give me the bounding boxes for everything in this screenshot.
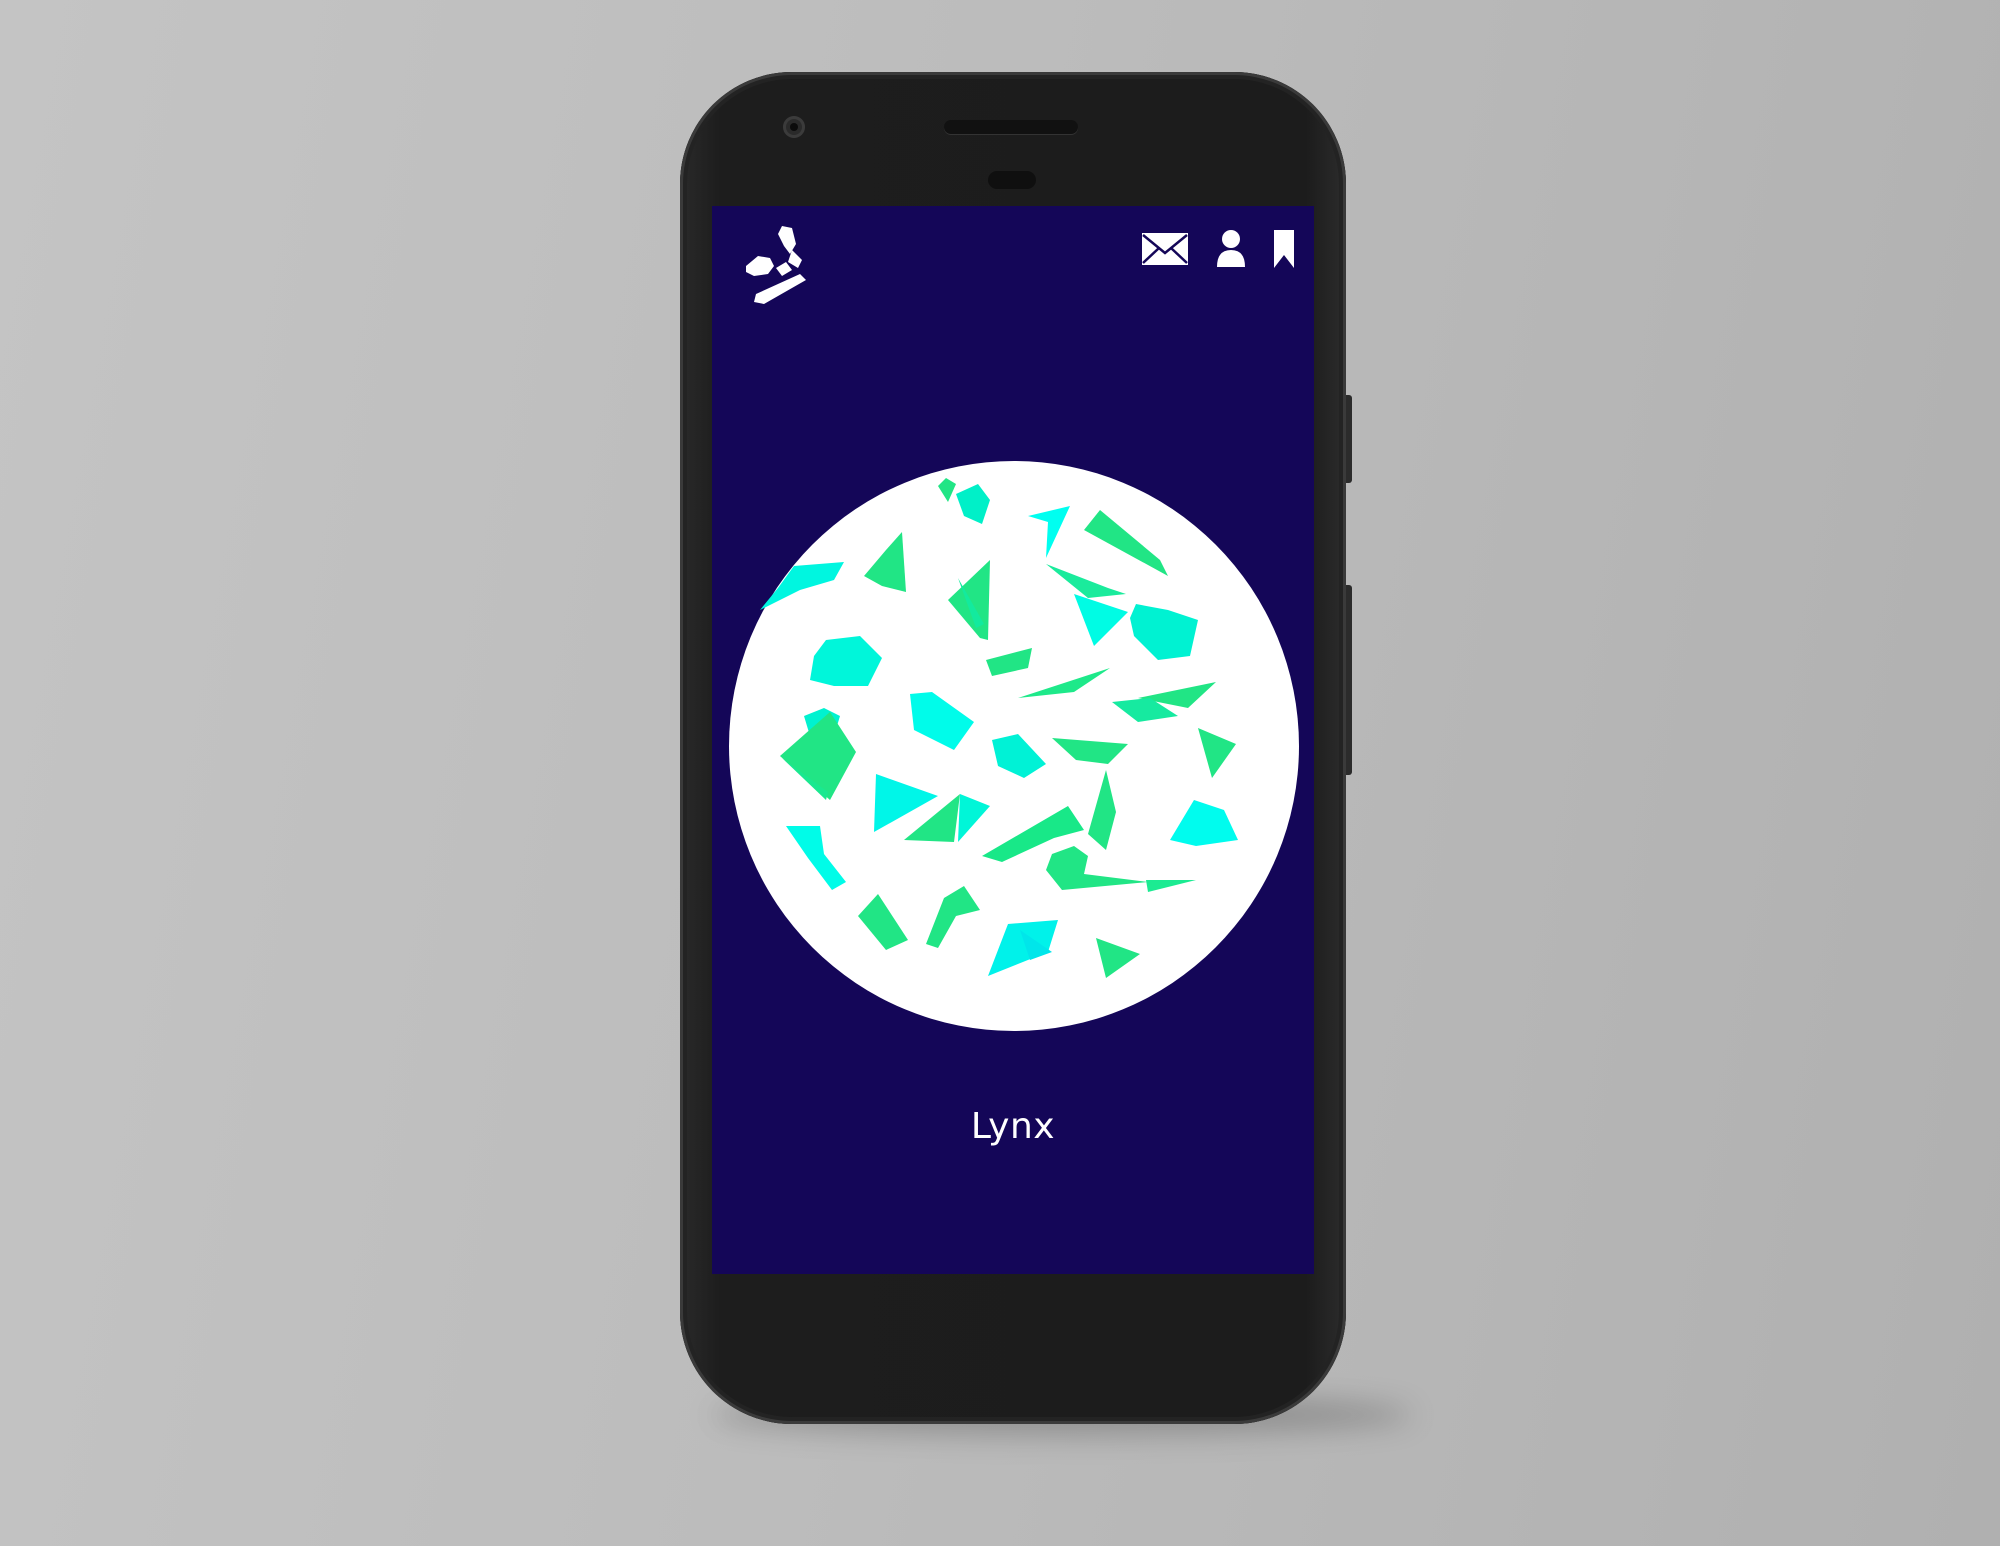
fragment-caption: Lynx (970, 1106, 1056, 1147)
earpiece-speaker (944, 120, 1078, 134)
mail-icon[interactable] (1140, 231, 1190, 267)
proximity-sensor (988, 171, 1036, 189)
front-camera (783, 116, 805, 138)
app-screen: Lynx (712, 206, 1314, 1274)
bookmark-icon[interactable] (1272, 228, 1296, 270)
fragment-orb[interactable] (728, 460, 1300, 1032)
topbar-actions (1140, 226, 1296, 272)
volume-button (1346, 395, 1352, 483)
user-icon[interactable] (1216, 229, 1246, 269)
power-button (1346, 585, 1352, 775)
shard-logo-icon[interactable] (742, 222, 812, 306)
